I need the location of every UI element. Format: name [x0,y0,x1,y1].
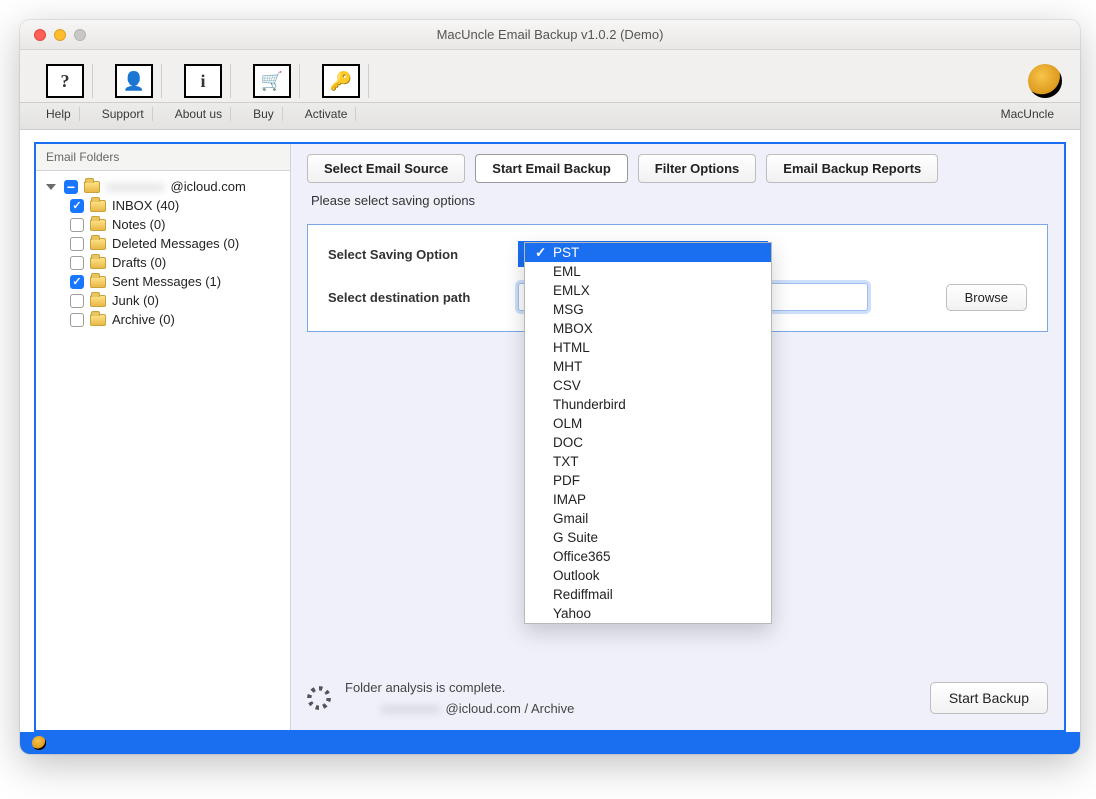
folder-icon [90,314,106,326]
label-help[interactable]: Help [38,107,80,121]
saving-option-dropdown[interactable]: PSTEMLEMLXMSGMBOXHTMLMHTCSVThunderbirdOL… [524,242,772,624]
folder-icon [90,219,106,231]
brand-logo-icon [1028,64,1062,98]
brand-label: MacUncle [993,107,1062,121]
destination-label: Select destination path [328,290,518,305]
tab[interactable]: Email Backup Reports [766,154,938,183]
folder-label: Archive (0) [112,312,175,327]
tab[interactable]: Select Email Source [307,154,465,183]
folder-tree: xxxxxxxxx @icloud.com INBOX (40) Notes (0)… [36,171,290,335]
toolbar: ? 👤 i 🛒 🔑 [20,50,1080,103]
dropdown-option[interactable]: EML [525,262,771,281]
panel-prompt: Please select saving options [311,193,1044,208]
label-buy[interactable]: Buy [245,107,283,121]
folder-label: Notes (0) [112,217,165,232]
checkbox[interactable] [70,275,84,289]
folder-label: INBOX (40) [112,198,179,213]
label-activate[interactable]: Activate [297,107,357,121]
dropdown-option[interactable]: Gmail [525,509,771,528]
app-window: MacUncle Email Backup v1.0.2 (Demo) ? 👤 … [20,20,1080,754]
browse-button[interactable]: Browse [946,284,1027,311]
tree-item[interactable]: Notes (0) [42,215,284,234]
status-path: @icloud.com / Archive [446,701,575,716]
dropdown-option[interactable]: MHT [525,357,771,376]
tree-item[interactable]: INBOX (40) [42,196,284,215]
titlebar: MacUncle Email Backup v1.0.2 (Demo) [20,20,1080,50]
tabs: Select Email Source Start Email Backup Fil… [307,154,1048,183]
sidebar-heading: Email Folders [36,144,290,171]
dropdown-option[interactable]: PST [525,243,771,262]
key-icon: 🔑 [322,64,360,98]
tree-root[interactable]: xxxxxxxxx @icloud.com [42,177,284,196]
start-backup-button[interactable]: Start Backup [930,682,1048,714]
checkbox[interactable] [70,256,84,270]
checkbox[interactable] [70,313,84,327]
tree-item[interactable]: Deleted Messages (0) [42,234,284,253]
toolbar-labels: Help Support About us Buy Activate MacUn… [20,103,1080,130]
folder-icon [90,257,106,269]
toolbar-activate[interactable]: 🔑 [314,64,369,98]
folder-label: Junk (0) [112,293,159,308]
folder-label: Deleted Messages (0) [112,236,239,251]
folder-icon [90,295,106,307]
dropdown-option[interactable]: HTML [525,338,771,357]
status-text: Folder analysis is complete. [345,680,574,695]
saving-option-label: Select Saving Option [328,247,518,262]
dropdown-option[interactable]: Outlook [525,566,771,585]
toolbar-about[interactable]: i [176,64,231,98]
dropdown-option[interactable]: Office365 [525,547,771,566]
tree-item[interactable]: Archive (0) [42,310,284,329]
folder-label: Drafts (0) [112,255,166,270]
person-icon: 👤 [115,64,153,98]
account-suffix: @icloud.com [171,179,246,194]
tree-item[interactable]: Drafts (0) [42,253,284,272]
account-prefix: xxxxxxxxx [106,179,165,194]
dropdown-option[interactable]: G Suite [525,528,771,547]
folder-icon [84,181,100,193]
folder-icon [90,200,106,212]
bottom-bar [20,732,1080,754]
dropdown-option[interactable]: EMLX [525,281,771,300]
question-icon: ? [46,64,84,98]
dropdown-option[interactable]: IMAP [525,490,771,509]
tree-item[interactable]: Junk (0) [42,291,284,310]
dropdown-option[interactable]: Thunderbird [525,395,771,414]
dropdown-option[interactable]: Yahoo [525,604,771,623]
toolbar-help[interactable]: ? [38,64,93,98]
root-checkbox[interactable] [64,180,78,194]
cart-icon: 🛒 [253,64,291,98]
dropdown-option[interactable]: TXT [525,452,771,471]
status-row: Folder analysis is complete. xxxxxxxxx @… [307,680,1048,716]
dropdown-option[interactable]: CSV [525,376,771,395]
spinner-icon [307,686,331,710]
dropdown-option[interactable]: OLM [525,414,771,433]
info-icon: i [184,64,222,98]
tab[interactable]: Filter Options [638,154,757,183]
main-frame: Email Folders xxxxxxxxx @icloud.com INBOX… [34,142,1066,732]
folder-icon [90,276,106,288]
dropdown-option[interactable]: Rediffmail [525,585,771,604]
folder-icon [90,238,106,250]
dropdown-option[interactable]: DOC [525,433,771,452]
tab[interactable]: Start Email Backup [475,154,628,183]
status-account-prefix: xxxxxxxxx [381,701,440,716]
dropdown-option[interactable]: MBOX [525,319,771,338]
dropdown-option[interactable]: MSG [525,300,771,319]
toolbar-buy[interactable]: 🛒 [245,64,300,98]
tree-item[interactable]: Sent Messages (1) [42,272,284,291]
checkbox[interactable] [70,294,84,308]
disclosure-icon[interactable] [46,184,56,190]
dropdown-option[interactable]: PDF [525,471,771,490]
checkbox[interactable] [70,199,84,213]
label-about[interactable]: About us [167,107,231,121]
toolbar-support[interactable]: 👤 [107,64,162,98]
label-support[interactable]: Support [94,107,153,121]
window-title: MacUncle Email Backup v1.0.2 (Demo) [20,27,1080,42]
brand-mini-icon [32,736,46,750]
checkbox[interactable] [70,218,84,232]
folder-label: Sent Messages (1) [112,274,221,289]
checkbox[interactable] [70,237,84,251]
sidebar: Email Folders xxxxxxxxx @icloud.com INBOX… [36,144,291,730]
main-panel: Select Email Source Start Email Backup Fil… [291,144,1064,730]
